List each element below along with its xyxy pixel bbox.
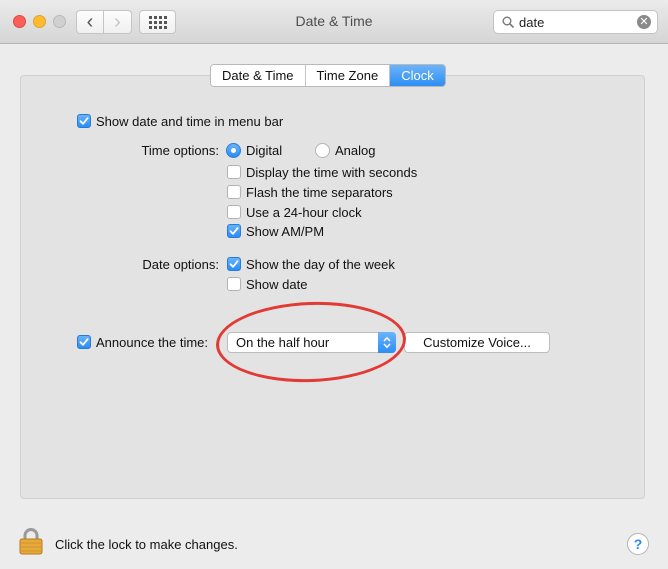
customize-voice-button[interactable]: Customize Voice...: [404, 332, 550, 353]
use-24-hour-checkbox[interactable]: [227, 205, 241, 219]
use-24-hour-row[interactable]: Use a 24-hour clock: [227, 203, 362, 221]
show-date-label: Show date: [246, 276, 308, 292]
lock-icon[interactable]: [18, 527, 44, 558]
title-bar: ‹ › Date & Time date ✕: [0, 0, 668, 44]
analog-option[interactable]: Analog: [315, 141, 375, 159]
lock-message: Click the lock to make changes.: [55, 537, 238, 552]
search-field[interactable]: date ✕: [493, 10, 658, 34]
flash-separators-label: Flash the time separators: [246, 184, 393, 200]
show-in-menu-bar-row[interactable]: Show date and time in menu bar: [77, 112, 283, 130]
time-options-label: Time options:: [141, 143, 219, 158]
show-ampm-checkbox[interactable]: [227, 224, 241, 238]
announce-time-checkbox[interactable]: [77, 335, 91, 349]
clear-search-icon[interactable]: ✕: [637, 15, 651, 29]
show-in-menu-bar-checkbox[interactable]: [77, 114, 91, 128]
use-24-hour-label: Use a 24-hour clock: [246, 204, 362, 220]
tab-clock[interactable]: Clock: [390, 65, 445, 86]
flash-separators-checkbox[interactable]: [227, 185, 241, 199]
display-seconds-label: Display the time with seconds: [246, 164, 418, 180]
digital-radio[interactable]: [226, 142, 241, 158]
flash-separators-row[interactable]: Flash the time separators: [227, 183, 393, 201]
date-options-label: Date options:: [142, 257, 219, 272]
display-seconds-checkbox[interactable]: [227, 165, 241, 179]
tab-time-zone[interactable]: Time Zone: [305, 65, 391, 86]
show-ampm-row[interactable]: Show AM/PM: [227, 222, 324, 240]
search-icon: [502, 16, 514, 28]
help-button[interactable]: ?: [627, 533, 649, 555]
checkmark-icon: [229, 227, 239, 235]
checkmark-icon: [229, 260, 239, 268]
digital-label: Digital: [246, 142, 283, 158]
show-day-of-week-row[interactable]: Show the day of the week: [227, 255, 395, 273]
show-in-menu-bar-label: Show date and time in menu bar: [96, 113, 284, 129]
search-input-value[interactable]: date: [519, 15, 544, 30]
announce-time-row[interactable]: Announce the time:: [77, 333, 208, 351]
tab-bar: Date & Time Time Zone Clock: [210, 64, 446, 87]
display-seconds-row[interactable]: Display the time with seconds: [227, 163, 417, 181]
announce-time-label: Announce the time:: [96, 334, 209, 350]
show-ampm-label: Show AM/PM: [246, 223, 325, 239]
checkmark-icon: [79, 117, 89, 125]
clock-settings-panel: [20, 75, 645, 499]
checkmark-icon: [79, 338, 89, 346]
show-date-row[interactable]: Show date: [227, 275, 307, 293]
analog-label: Analog: [335, 142, 376, 158]
show-date-checkbox[interactable]: [227, 277, 241, 291]
analog-radio[interactable]: [315, 142, 330, 158]
show-day-of-week-checkbox[interactable]: [227, 257, 241, 271]
digital-option[interactable]: Digital: [226, 141, 282, 159]
show-day-of-week-label: Show the day of the week: [246, 256, 395, 272]
tab-date-and-time[interactable]: Date & Time: [211, 65, 306, 86]
